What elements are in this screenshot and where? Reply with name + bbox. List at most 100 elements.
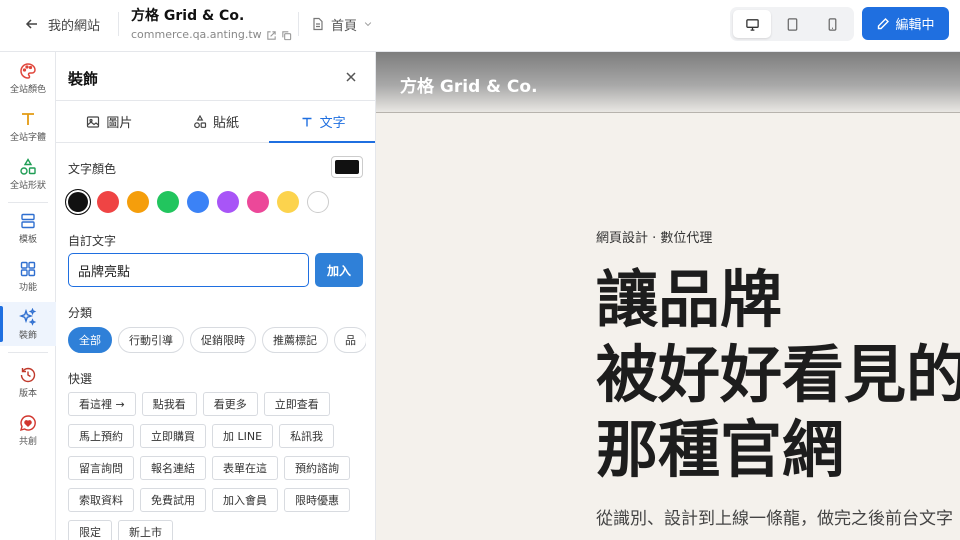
history-icon: [20, 367, 36, 382]
quick-pick-button[interactable]: 立即查看: [263, 392, 330, 416]
tab-label: 圖片: [106, 116, 133, 131]
color-swatch[interactable]: [157, 191, 179, 213]
site-preview[interactable]: 方格 Grid & Co. 網頁設計 · 數位代理 讓品牌 被好好看見的 那種官…: [376, 52, 960, 540]
tab-stickers[interactable]: 貼紙: [163, 101, 270, 142]
rail-label: 版本: [18, 388, 37, 399]
external-link-icon[interactable]: [266, 30, 277, 41]
color-swatch[interactable]: [307, 191, 329, 213]
quick-pick-label: 快選: [68, 372, 93, 386]
preview-eyebrow: 網頁設計 · 數位代理: [596, 231, 713, 246]
rail-item-cocreate[interactable]: 共創: [0, 408, 56, 452]
divider: [8, 202, 48, 203]
color-swatch[interactable]: [127, 191, 149, 213]
template-icon: [21, 213, 35, 228]
tab-label: 文字: [319, 116, 346, 131]
text-icon: [302, 117, 312, 126]
category-chip[interactable]: 行動引導: [118, 327, 184, 353]
category-chip[interactable]: 促銷限時: [190, 327, 256, 353]
site-url-row: commerce.qa.anting.tw: [131, 27, 292, 43]
rail-item-versions[interactable]: 版本: [0, 360, 56, 404]
shapes-icon: [194, 114, 207, 128]
palette-icon: [20, 62, 36, 79]
rail-item-site-fonts[interactable]: 全站字體: [0, 104, 56, 148]
rail-item-templates[interactable]: 模板: [0, 206, 56, 250]
tool-rail: 全站顏色 全站字體 全站形狀 模板 功能 裝飾 版本 共創: [0, 52, 56, 540]
rail-label: 全站顏色: [9, 84, 46, 95]
headline-line: 讓品牌: [596, 263, 783, 336]
add-text-button[interactable]: 加入: [315, 253, 363, 287]
desktop-view-button[interactable]: [733, 10, 771, 38]
preview-header: 方格 Grid & Co.: [376, 52, 960, 112]
quick-pick-button[interactable]: 預約諮詢: [284, 456, 350, 480]
tablet-view-button[interactable]: [773, 10, 811, 38]
quick-pick-button[interactable]: 看這裡 →: [68, 392, 136, 416]
color-swatch[interactable]: [65, 189, 91, 215]
sparkles-icon: [19, 307, 37, 326]
category-chip[interactable]: 推薦標記: [262, 327, 328, 353]
panel-title: 裝飾: [68, 70, 99, 88]
color-swatch[interactable]: [187, 191, 209, 213]
tab-images[interactable]: 圖片: [56, 101, 163, 142]
quick-pick-button[interactable]: 新上市: [118, 520, 173, 540]
quick-pick-button[interactable]: 加入會員: [212, 488, 278, 512]
quick-pick-button[interactable]: 表單在這: [212, 456, 278, 480]
arrow-left-icon: [25, 19, 37, 29]
divider: [376, 112, 960, 113]
rail-item-decorations[interactable]: 裝飾: [0, 302, 56, 346]
quick-pick-button[interactable]: 報名連結: [140, 456, 206, 480]
category-chip[interactable]: 品: [334, 327, 366, 353]
quick-pick-button[interactable]: 私訊我: [279, 424, 335, 448]
rail-item-features[interactable]: 功能: [0, 254, 56, 298]
preview-brand: 方格 Grid & Co.: [400, 77, 538, 97]
quick-pick-button[interactable]: 馬上預約: [68, 424, 134, 448]
mobile-view-button[interactable]: [813, 10, 851, 38]
page-select[interactable]: 首頁: [311, 14, 373, 34]
headline-line: 被好好看見的: [596, 338, 960, 411]
quick-pick-button[interactable]: 看更多: [202, 392, 258, 416]
shapes-icon: [20, 157, 36, 175]
rail-label: 共創: [18, 436, 37, 447]
panel-tabs: 圖片 貼紙 文字: [56, 101, 375, 143]
color-swatch[interactable]: [97, 191, 119, 213]
divider: [8, 352, 48, 353]
site-url[interactable]: commerce.qa.anting.tw: [131, 27, 262, 43]
tablet-icon: [787, 17, 797, 31]
heart-chat-icon: [19, 414, 36, 431]
quick-pick-list: 看這裡 → 點我看 看更多 立即查看馬上預約 立即購買加 LINE 私訊我留言詢問 報名連結…: [68, 392, 368, 540]
quick-pick-button[interactable]: 限定: [68, 520, 112, 540]
category-chip[interactable]: 全部: [68, 327, 112, 353]
quick-pick-button[interactable]: 留言詢問: [68, 456, 134, 480]
editing-button[interactable]: 編輯中: [862, 7, 949, 40]
quick-pick-button[interactable]: 免費試用: [140, 488, 206, 512]
pencil-icon: [878, 17, 890, 29]
color-swatch[interactable]: [217, 191, 239, 213]
device-switcher: [730, 7, 854, 41]
color-picker[interactable]: [331, 156, 363, 178]
back-link[interactable]: 我的網站: [24, 14, 100, 34]
file-icon: [313, 17, 323, 31]
quick-pick-button[interactable]: 加 LINE: [212, 424, 274, 448]
category-label: 分類: [68, 306, 93, 320]
quick-pick-button[interactable]: 點我看: [141, 392, 197, 416]
color-swatch[interactable]: [277, 191, 299, 213]
quick-pick-button[interactable]: 限時優惠: [284, 488, 350, 512]
tab-text[interactable]: 文字: [269, 101, 375, 143]
image-icon: [87, 115, 100, 128]
top-bar: 我的網站 方格 Grid & Co. commerce.qa.anting.tw…: [0, 0, 960, 52]
decoration-panel: 裝飾 圖片 貼紙 文字 文字顏色 自訂文字 加入 分類 全部行動引導促銷限時推薦…: [56, 52, 376, 540]
quick-pick-button[interactable]: 立即購買: [140, 424, 206, 448]
close-icon[interactable]: [343, 69, 359, 85]
rail-item-site-shapes[interactable]: 全站形狀: [0, 152, 56, 196]
blocks-icon: [20, 261, 36, 276]
rail-label: 全站形狀: [9, 180, 46, 191]
copy-icon[interactable]: [281, 30, 292, 41]
custom-text-input[interactable]: [68, 253, 309, 287]
text-color-label: 文字顏色: [68, 162, 117, 176]
monitor-icon: [745, 18, 759, 31]
color-swatches: [65, 189, 329, 215]
color-swatch[interactable]: [247, 191, 269, 213]
chevron-down-icon: [364, 22, 372, 27]
rail-item-site-colors[interactable]: 全站顏色: [0, 56, 56, 100]
quick-pick-button[interactable]: 索取資料: [68, 488, 134, 512]
rail-label: 模板: [18, 234, 37, 245]
